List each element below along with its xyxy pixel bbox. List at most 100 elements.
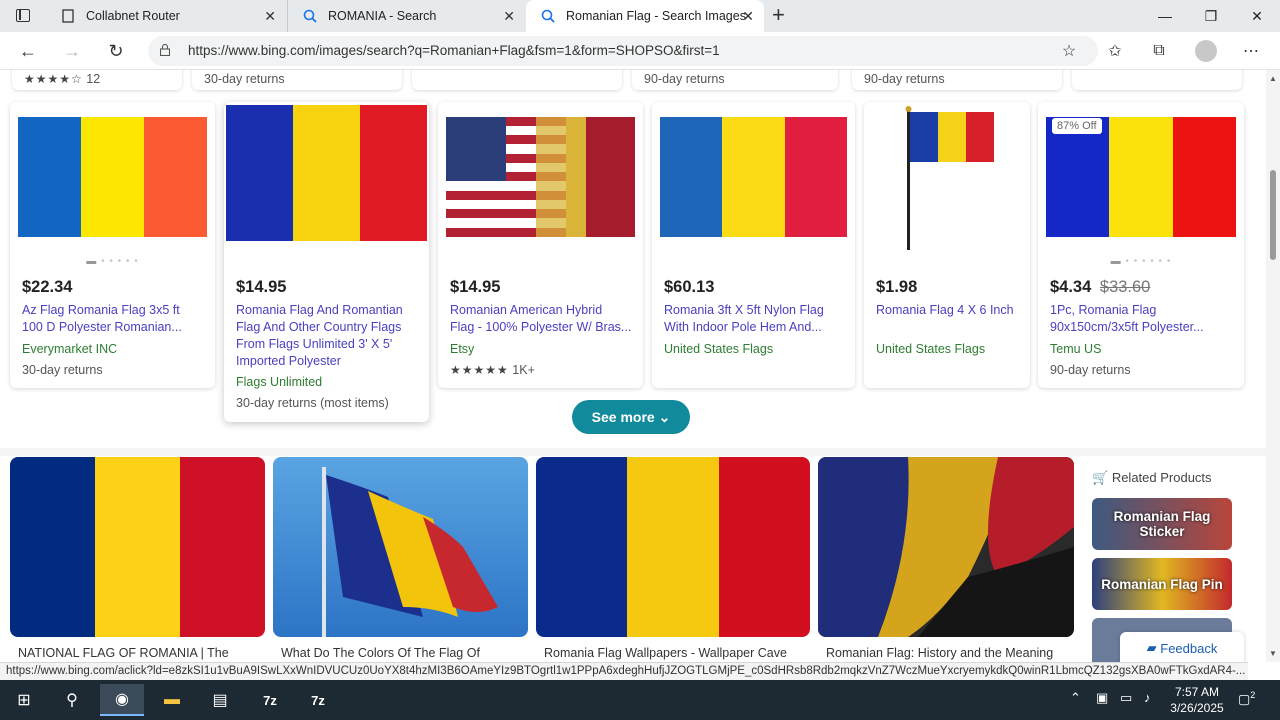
product-title[interactable]: 1Pc, Romania Flag 90x150cm/3x5ft Polyeste… xyxy=(1050,302,1234,336)
product-title[interactable]: Romania Flag 4 X 6 Inch xyxy=(876,302,1020,319)
chevron-up-icon[interactable]: ⌃ xyxy=(1070,690,1081,706)
close-icon[interactable]: ✕ xyxy=(742,8,754,25)
image-result[interactable] xyxy=(818,457,1074,637)
returns-text: 90-day returns xyxy=(1050,363,1131,377)
image-caption[interactable]: NATIONAL FLAG OF ROMANIA | The xyxy=(18,646,229,660)
prev-card[interactable]: 90-day returns xyxy=(632,70,838,90)
cart-icon: 🛒 xyxy=(1092,470,1109,485)
scroll-thumb[interactable] xyxy=(1270,170,1276,260)
address-field[interactable]: https://www.bing.com/images/search?q=Rom… xyxy=(148,36,1098,66)
see-more-button[interactable]: See more ⌄ xyxy=(572,400,690,434)
product-card[interactable]: 87% Off ▬ • • • • • • $4.34 $33.60 1Pc, … xyxy=(1038,102,1244,388)
returns-text: 30-day returns xyxy=(22,363,103,377)
tab-actions-icon[interactable] xyxy=(16,9,30,22)
close-window-button[interactable]: ✕ xyxy=(1234,0,1280,32)
favorites-icon[interactable]: ✩ xyxy=(1104,40,1126,62)
image-caption[interactable]: Romanian Flag: History and the Meaning xyxy=(826,646,1053,660)
product-image xyxy=(226,105,427,241)
prev-card[interactable]: 90-day returns xyxy=(852,70,1062,90)
old-price: $33.60 xyxy=(1099,278,1151,296)
scroll-up-icon[interactable]: ▲ xyxy=(1269,74,1277,83)
product-price: $22.34 xyxy=(22,278,73,296)
search-icon xyxy=(540,8,556,24)
minimize-button[interactable]: — xyxy=(1142,0,1188,32)
image-result[interactable] xyxy=(273,457,528,637)
address-toolbar: ← → ↻ https://www.bing.com/images/search… xyxy=(0,32,1280,70)
product-title[interactable]: Romanian American Hybrid Flag - 100% Poly… xyxy=(450,302,633,336)
windows-start-icon[interactable]: ⊞ xyxy=(2,684,46,716)
collections-icon[interactable]: ⧉ xyxy=(1148,40,1170,62)
tab-label: Romanian Flag - Search Images xyxy=(566,9,746,23)
close-icon[interactable]: ✕ xyxy=(264,8,276,25)
clock[interactable]: 7:57 AM 3/26/2025 xyxy=(1168,684,1226,716)
chat-icon: ▰ xyxy=(1146,640,1157,655)
related-item[interactable]: Romanian Flag Sticker xyxy=(1092,498,1232,550)
carousel-dots[interactable]: ▬ • • • • • xyxy=(10,256,215,267)
product-card[interactable]: $1.98 Romania Flag 4 X 6 Inch United Sta… xyxy=(864,102,1030,388)
volume-icon[interactable]: ♪ xyxy=(1144,690,1151,705)
feedback-button[interactable]: ▰ Feedback xyxy=(1120,632,1244,662)
image-result[interactable] xyxy=(536,457,810,637)
waving-flag-image xyxy=(322,467,498,637)
product-card[interactable]: $60.13 Romania 3ft X 5ft Nylon Flag With … xyxy=(652,102,855,388)
product-image xyxy=(18,112,207,242)
returns-text: 30-day returns (most items) xyxy=(236,396,389,410)
status-url: https://www.bing.com/aclick?ld=e8zkSI1u1… xyxy=(0,662,1248,680)
prev-card[interactable] xyxy=(1072,70,1242,90)
image-caption[interactable]: Romania Flag Wallpapers - Wallpaper Cave xyxy=(544,646,787,660)
section-divider xyxy=(0,448,1266,456)
tab-romania-search[interactable]: ROMANIA - Search ✕ xyxy=(287,0,525,32)
new-tab-button[interactable]: + xyxy=(772,4,785,26)
edge-icon[interactable]: ◉ xyxy=(100,684,144,716)
page-scrollbar[interactable]: ▲ ▼ xyxy=(1266,70,1280,662)
network-icon[interactable]: ▭ xyxy=(1120,690,1132,706)
7zip-icon[interactable]: 7z xyxy=(248,684,292,716)
restore-button[interactable]: ❐ xyxy=(1188,0,1234,32)
close-icon[interactable]: ✕ xyxy=(503,8,515,25)
search-icon[interactable]: ⚲ xyxy=(50,684,94,716)
forward-button[interactable]: → xyxy=(58,38,86,64)
image-caption[interactable]: What Do The Colors Of The Flag Of xyxy=(281,646,480,660)
product-image xyxy=(446,112,635,242)
prev-card[interactable] xyxy=(412,70,622,90)
product-seller: Flags Unlimited xyxy=(236,375,323,389)
notifications-icon[interactable]: ▢2 xyxy=(1238,690,1255,707)
product-price: $4.34 $33.60 xyxy=(1050,278,1151,296)
product-seller: Temu US xyxy=(1050,342,1102,356)
7zip-icon[interactable]: 7z xyxy=(296,684,340,716)
more-menu-icon[interactable]: ⋯ xyxy=(1240,40,1262,62)
product-card[interactable]: $14.95 Romanian American Hybrid Flag - 10… xyxy=(438,102,643,388)
scroll-down-icon[interactable]: ▼ xyxy=(1269,649,1277,658)
related-item[interactable]: Romanian Flag Pin xyxy=(1092,558,1232,610)
rating-stars: ★★★★☆ xyxy=(24,72,83,86)
product-price: $1.98 xyxy=(876,278,918,296)
back-button[interactable]: ← xyxy=(14,38,42,64)
add-favorite-icon[interactable]: ☆ xyxy=(1058,40,1080,62)
product-card[interactable]: ▬ • • • • • $22.34 Az Flag Romania Flag … xyxy=(10,102,215,388)
product-seller: Everymarket INC xyxy=(22,342,118,356)
product-card[interactable]: $14.95 Romania Flag And Romantian Flag An… xyxy=(224,102,429,422)
refresh-button[interactable]: ↻ xyxy=(102,38,130,64)
tray-icon[interactable]: ▣ xyxy=(1096,690,1108,706)
rating-count: 12 xyxy=(86,72,101,86)
prev-card[interactable]: 30-day returns xyxy=(192,70,402,90)
file-explorer-icon[interactable]: ▬ xyxy=(150,684,194,716)
profile-avatar[interactable] xyxy=(1195,40,1217,62)
app-icon[interactable]: ▤ xyxy=(198,684,242,716)
page-icon xyxy=(60,8,76,24)
related-heading: 🛒 Related Products xyxy=(1092,470,1212,485)
product-seller: Etsy xyxy=(450,342,475,356)
tab-romanian-flag-images[interactable]: Romanian Flag - Search Images ✕ xyxy=(526,0,764,32)
product-title[interactable]: Romania 3ft X 5ft Nylon Flag With Indoor … xyxy=(664,302,845,336)
carousel-dots[interactable]: ▬ • • • • • • xyxy=(1038,256,1244,267)
page-content: ★★★★☆ 12 30-day returns 90-day returns 9… xyxy=(0,70,1266,662)
returns-text: 90-day returns xyxy=(644,72,725,86)
image-result[interactable] xyxy=(10,457,265,637)
product-title[interactable]: Az Flag Romania Flag 3x5 ft 100 D Polyest… xyxy=(22,302,205,336)
product-seller: United States Flags xyxy=(664,342,774,356)
tab-collabnet[interactable]: Collabnet Router ✕ xyxy=(46,0,286,32)
url-text: https://www.bing.com/images/search?q=Rom… xyxy=(188,43,720,58)
prev-card[interactable]: ★★★★☆ 12 xyxy=(12,70,182,90)
product-title[interactable]: Romania Flag And Romantian Flag And Other… xyxy=(236,302,419,370)
search-icon xyxy=(302,8,318,24)
